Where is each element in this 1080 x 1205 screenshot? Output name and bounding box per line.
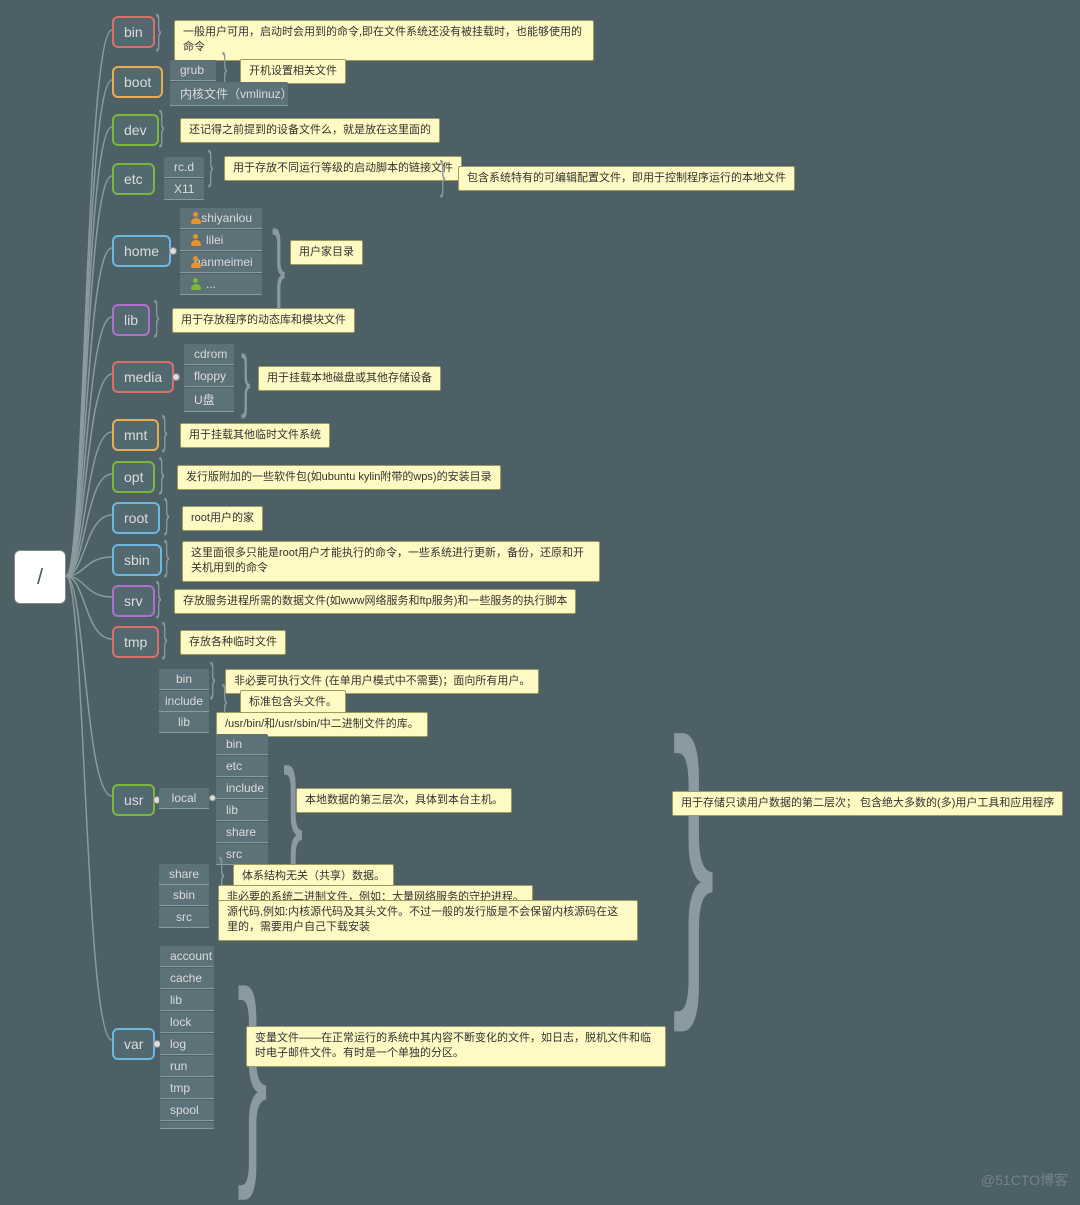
desc-usr-local: 本地数据的第三层次，具体到本台主机。 [296,788,512,813]
usr-sbin[interactable]: sbin [159,885,209,906]
var-lib[interactable]: lib [160,990,214,1011]
usr-lib[interactable]: lib [159,712,209,733]
usr-include[interactable]: include [159,691,209,712]
desc-media: 用于挂载本地磁盘或其他存储设备 [258,366,441,391]
desc-mnt: 用于挂载其他临时文件系统 [180,423,330,448]
var-account[interactable]: account [160,946,214,967]
user-name: lilei [206,233,223,247]
node-tmp[interactable]: tmp [112,626,159,658]
usr-src[interactable]: src [159,907,209,928]
desc-boot-grub: 开机设置相关文件 [240,59,346,84]
media-floppy[interactable]: floppy [184,366,234,387]
node-dev[interactable]: dev [112,114,159,146]
desc-tmp: 存放各种临时文件 [180,630,286,655]
usr-local-lib[interactable]: lib [216,800,268,821]
desc-home: 用户家目录 [290,240,363,265]
var-spool[interactable]: spool [160,1100,214,1121]
var-mail[interactable] [160,1122,214,1129]
node-boot[interactable]: boot [112,66,163,98]
usr-local-include[interactable]: include [216,778,268,799]
watermark: @51CTO博客 [981,1170,1068,1190]
node-etc[interactable]: etc [112,163,155,195]
user-name: hanmeimei [194,255,253,269]
desc-etc: 包含系统特有的可编辑配置文件，即用于控制程序运行的本地文件 [458,166,795,191]
node-home[interactable]: home [112,235,171,267]
desc-root: root用户的家 [182,506,263,531]
user-icon [190,234,202,246]
usr-local-etc[interactable]: etc [216,756,268,777]
desc-usr-src: 源代码,例如:内核源代码及其头文件。不过一般的发行版是不会保留内核源码在这里的，… [218,900,638,941]
user-icon [190,212,197,224]
desc-lib: 用于存放程序的动态库和模块文件 [172,308,355,333]
desc-opt: 发行版附加的一些软件包(如ubuntu kylin附带的wps)的安装目录 [177,465,501,490]
usr-local-share[interactable]: share [216,822,268,843]
node-usr[interactable]: usr [112,784,155,816]
node-bin[interactable]: bin [112,16,155,48]
root-slash[interactable]: / [14,550,66,604]
desc-var: 变量文件——在正常运行的系统中其内容不断变化的文件，如日志，脱机文件和临时电子邮… [246,1026,666,1067]
media-upan[interactable]: U盘 [184,388,234,412]
user-name: shiyanlou [201,211,252,225]
desc-usr: 用于存储只读用户数据的第二层次； 包含绝大多数的(多)用户工具和应用程序 [672,791,1063,816]
node-srv[interactable]: srv [112,585,155,617]
home-user-3[interactable]: ... [180,274,262,295]
var-lock[interactable]: lock [160,1012,214,1033]
user-name: ... [206,277,216,291]
usr-local[interactable]: local [159,788,209,809]
usr-share[interactable]: share [159,864,209,885]
var-log[interactable]: log [160,1034,214,1055]
node-media[interactable]: media [112,361,174,393]
boot-grub[interactable]: grub [170,60,216,81]
desc-bin: 一般用户可用，启动时会用到的命令,即在文件系统还没有被挂载时，也能够使用的命令 [174,20,594,61]
desc-srv: 存放服务进程所需的数据文件(如www网络服务和ftp服务)和一些服务的执行脚本 [174,589,576,614]
node-var[interactable]: var [112,1028,155,1060]
node-sbin[interactable]: sbin [112,544,162,576]
var-run[interactable]: run [160,1056,214,1077]
usr-bin[interactable]: bin [159,669,209,690]
usr-local-bin[interactable]: bin [216,734,268,755]
user-icon [190,278,202,290]
home-user-1[interactable]: lilei [180,230,262,251]
etc-x11[interactable]: X11 [164,179,204,200]
desc-sbin: 这里面很多只能是root用户才能执行的命令，一些系统进行更新，备份，还原和开关机… [182,541,600,582]
etc-rcd[interactable]: rc.d [164,157,204,178]
boot-vmlinuz[interactable]: 内核文件（vmlinuz） [170,82,288,106]
desc-etc-rcd: 用于存放不同运行等级的启动脚本的链接文件 [224,156,462,181]
node-mnt[interactable]: mnt [112,419,159,451]
var-tmp[interactable]: tmp [160,1078,214,1099]
home-user-0[interactable]: shiyanlou [180,208,262,229]
node-lib[interactable]: lib [112,304,150,336]
media-cdrom[interactable]: cdrom [184,344,234,365]
desc-dev: 还记得之前提到的设备文件么，就是放在这里面的 [180,118,440,143]
node-root[interactable]: root [112,502,160,534]
var-cache[interactable]: cache [160,968,214,989]
node-opt[interactable]: opt [112,461,155,493]
home-user-2[interactable]: hanmeimei [180,252,262,273]
